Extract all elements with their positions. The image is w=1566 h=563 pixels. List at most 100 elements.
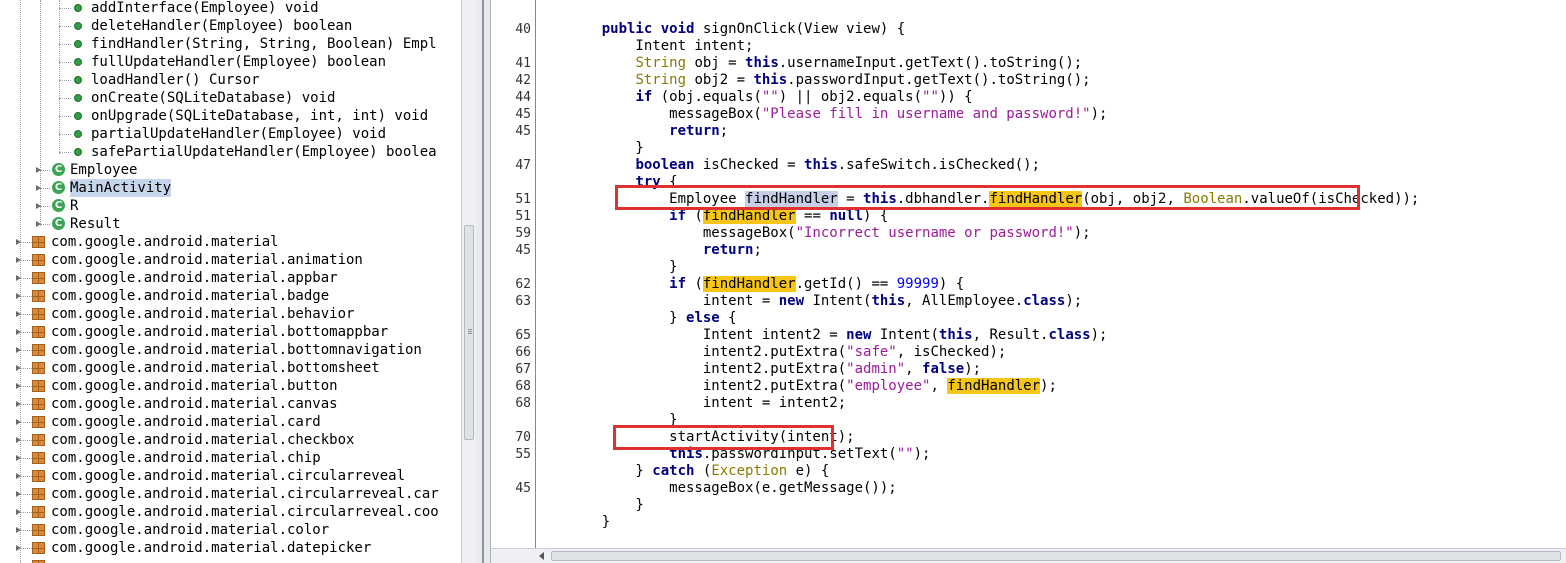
expand-arrow-icon[interactable] [16,491,21,497]
code-line[interactable]: Intent intent2 = new Intent(this, Result… [568,327,1108,344]
tree-class-item[interactable]: C Employee [0,161,461,179]
tree-class-item[interactable]: CR [0,197,461,215]
tree-package-label[interactable]: com.google.android.material.chip [51,449,321,467]
tree-class-label[interactable]: R [70,197,78,215]
tree-class-label[interactable]: Result [70,215,121,233]
expand-arrow-icon[interactable] [36,185,41,191]
code-line[interactable]: } catch (Exception e) { [568,463,829,480]
code-line[interactable]: intent = new Intent(this, AllEmployee.cl… [568,293,1082,310]
tree-scrollbar-thumb[interactable] [464,225,474,440]
code-line[interactable]: intent = intent2; [568,395,846,412]
code-line[interactable]: } [568,259,677,276]
tree-package-label[interactable]: com.google.android.material.animation [51,251,363,269]
tree-package-label[interactable]: com.google.android.material.behavior [51,305,354,323]
scroll-left-arrow-icon[interactable] [539,552,544,560]
tree-package-label[interactable]: com.google.android.material [51,233,279,251]
code-line[interactable]: if (findHandler == null) { [568,208,888,225]
code-line[interactable]: if (obj.equals("") || obj2.equals("")) { [568,89,972,106]
code-line[interactable]: if (findHandler.getId() == 99999) { [568,276,964,293]
code-line[interactable]: return; [568,242,762,259]
code-line[interactable]: } else { [568,310,736,327]
expand-arrow-icon[interactable] [16,365,21,371]
expand-arrow-icon[interactable] [16,437,21,443]
tree-package-item[interactable]: com.google.android.material.bottomnaviga… [0,341,461,359]
expand-arrow-icon[interactable] [16,239,21,245]
tree-method-item[interactable]: loadHandler() Cursor [0,71,461,89]
tree-method-label[interactable]: safePartialUpdateHandler(Employee) boole… [91,143,437,161]
tree-package-item[interactable]: com.google.android.material [0,233,461,251]
tree-method-item[interactable]: onUpgrade(SQLiteDatabase, int, int) void [0,107,461,125]
tree-package-item[interactable]: com.google.android.material.circularreve… [0,503,461,521]
tree-package-item[interactable]: com.google.android.material.card [0,413,461,431]
expand-arrow-icon[interactable] [16,275,21,281]
tree-package-item[interactable]: com.google.android.material.behavior [0,305,461,323]
tree-package-label[interactable]: com.google.android.material.circularreve… [51,485,439,503]
tree-method-label[interactable]: fullUpdateHandler(Employee) boolean [91,53,386,71]
tree-package-label[interactable]: com.google.android.material.card [51,413,321,431]
tree-package-item[interactable]: com.google.android.material.animation [0,251,461,269]
code-line[interactable]: public void signOnClick(View view) { [568,21,905,38]
editor-horizontal-scrollbar[interactable] [491,548,1566,563]
tree-package-label[interactable]: com.google.android.material.badge [51,287,329,305]
expand-arrow-icon[interactable] [36,221,41,227]
tree-package-item[interactable]: com.google.android.material.button [0,377,461,395]
code-line[interactable]: messageBox(e.getMessage()); [568,480,897,497]
code-line[interactable]: intent2.putExtra("safe", isChecked); [568,344,1006,361]
tree-package-label[interactable]: com.google.android.material.datepicker [51,539,371,557]
tree-class-label[interactable]: Employee [70,161,137,179]
expand-arrow-icon[interactable] [16,509,21,515]
tree-package-label[interactable]: com.google.android.material.appbar [51,269,338,287]
tree-package-item[interactable]: com.google.android.material.bottomappbar [0,323,461,341]
expand-arrow-icon[interactable] [16,329,21,335]
expand-arrow-icon[interactable] [36,203,41,209]
expand-arrow-icon[interactable] [16,383,21,389]
expand-arrow-icon[interactable] [16,401,21,407]
code-line[interactable]: } [568,140,643,157]
code-line[interactable]: Intent intent; [568,38,753,55]
code-line[interactable]: } [568,497,643,514]
tree-class-item[interactable]: C Result [0,215,461,233]
code-line[interactable]: messageBox("Incorrect username or passwo… [568,225,1091,242]
tree-package-item[interactable]: com.google.android.material.circularreve… [0,467,461,485]
tree-package-label[interactable]: com.google.android.material.bottomsheet [51,359,380,377]
tree-package-item[interactable]: com.google.android.material.badge [0,287,461,305]
project-tree[interactable]: addInterface(Employee) void deleteHandler… [0,0,461,563]
expand-arrow-icon[interactable] [16,545,21,551]
tree-package-label[interactable]: com.google.android.material.button [51,377,338,395]
tree-method-label[interactable]: onUpgrade(SQLiteDatabase, int, int) void [91,107,428,125]
tree-method-label[interactable]: addInterface(Employee) void [91,0,319,17]
tree-method-label[interactable]: partialUpdateHandler(Employee) void [91,125,386,143]
code-line[interactable]: boolean isChecked = this.safeSwitch.isCh… [568,157,1040,174]
tree-package-item[interactable] [0,557,461,563]
expand-arrow-icon[interactable] [16,527,21,533]
tree-method-item[interactable]: addInterface(Employee) void [0,0,461,17]
tree-package-item[interactable]: com.google.android.material.circularreve… [0,485,461,503]
tree-package-item[interactable]: com.google.android.material.appbar [0,269,461,287]
expand-arrow-icon[interactable] [16,347,21,353]
tree-method-item[interactable]: fullUpdateHandler(Employee) boolean [0,53,461,71]
code-line[interactable]: return; [568,123,728,140]
tree-method-item[interactable]: onCreate(SQLiteDatabase) void [0,89,461,107]
splitter-handle[interactable] [482,0,484,563]
pane-splitter[interactable] [476,0,490,563]
tree-method-label[interactable]: loadHandler() Cursor [91,71,260,89]
tree-package-label[interactable]: com.google.android.material.checkbox [51,431,354,449]
tree-package-label[interactable]: com.google.android.material.bottomnaviga… [51,341,422,359]
tree-method-label[interactable]: onCreate(SQLiteDatabase) void [91,89,335,107]
tree-package-label[interactable]: com.google.android.material.circularreve… [51,467,405,485]
tree-package-label[interactable]: com.google.android.material.color [51,521,329,539]
tree-package-item[interactable]: com.google.android.material.canvas [0,395,461,413]
code-editor[interactable]: 40 41 42 44 45 45 47 51 51 59 45 62 63 65 66 67 68 68 70 55… [490,0,1566,563]
editor-scrollbar-thumb[interactable] [551,551,1561,561]
tree-vertical-scrollbar[interactable] [461,0,476,563]
expand-arrow-icon[interactable] [16,293,21,299]
code-line[interactable]: intent2.putExtra("admin", false); [568,361,981,378]
code-line[interactable]: String obj = this.usernameInput.getText(… [568,55,1082,72]
tree-method-item[interactable]: partialUpdateHandler(Employee) void [0,125,461,143]
tree-method-item[interactable]: deleteHandler(Employee) boolean [0,17,461,35]
expand-arrow-icon[interactable] [16,455,21,461]
tree-package-item[interactable]: com.google.android.material.bottomsheet [0,359,461,377]
tree-method-item[interactable]: safePartialUpdateHandler(Employee) boole… [0,143,461,161]
tree-package-label[interactable]: com.google.android.material.circularreve… [51,503,439,521]
expand-arrow-icon[interactable] [16,311,21,317]
